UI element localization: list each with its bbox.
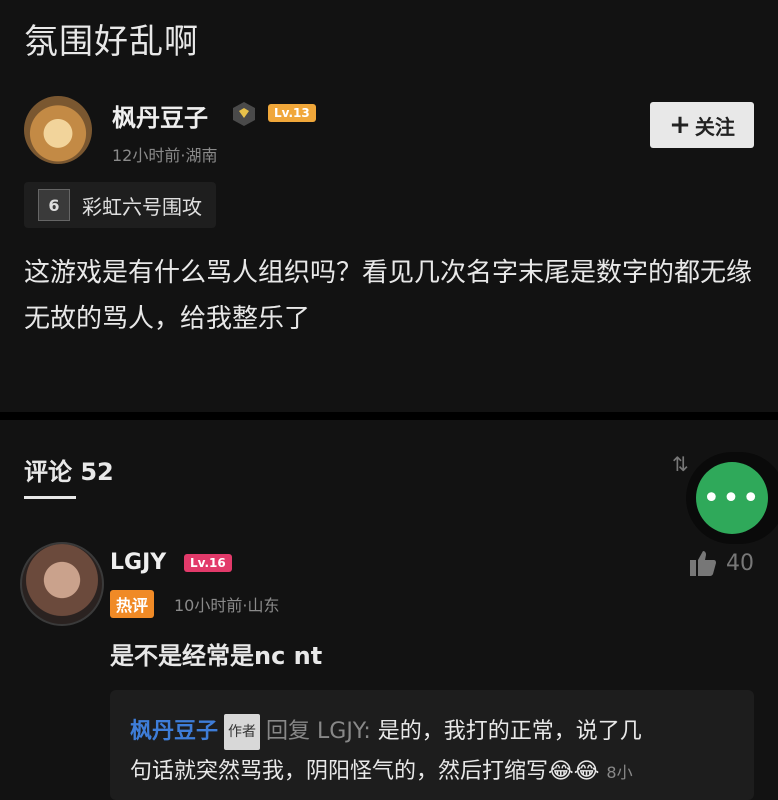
shield-badge-icon — [233, 102, 255, 126]
hot-comment-badge: 热评 — [110, 590, 155, 618]
post-body: 这游戏是有什么骂人组织吗？看见几次名字末尾是数字的都无缘无故的骂人，给我整乐了 — [24, 258, 753, 334]
reply-to: 回复 LGJY: — [266, 719, 371, 744]
author-row: 枫丹豆子 Lv.13 12小时前·湖南 — [24, 96, 754, 166]
like-count: 40 — [726, 550, 754, 576]
commenter-level-badge: Lv.16 — [184, 554, 232, 572]
reply-text-1: 是的，我打的正常，说了几 — [377, 719, 642, 744]
reply-line-2: 句话就突然骂我，阴阳怪气的，然后打缩写😂😂 8小 — [130, 754, 633, 791]
follow-button[interactable]: + 关注 — [650, 102, 754, 148]
comments-header[interactable]: 评论 52 — [24, 452, 114, 487]
game-tag[interactable]: 6 彩虹六号围攻 — [24, 182, 216, 228]
comment-text: 是不是经常是nc nt — [110, 642, 323, 670]
commenter-name[interactable]: LGJY — [110, 550, 166, 575]
reply-line-1: 枫丹豆子 作者 回复 LGJY: 是的，我打的正常，说了几 — [130, 714, 642, 750]
follow-label: 关注 — [694, 114, 735, 139]
comment-meta: 10小时前·山东 — [174, 596, 280, 615]
reply-box[interactable]: 枫丹豆子 作者 回复 LGJY: 是的，我打的正常，说了几 句话就突然骂我，阴阳怪气… — [110, 690, 754, 800]
reply-time: 8小 — [606, 763, 633, 782]
plus-icon: + — [669, 110, 691, 140]
author-level-badge: Lv.13 — [268, 104, 316, 122]
author-avatar[interactable] — [24, 96, 92, 164]
more-dots-icon: ••• — [702, 480, 762, 516]
commenter-avatar[interactable] — [20, 542, 104, 626]
author-meta: 12小时前·湖南 — [112, 146, 218, 165]
game-name: 彩虹六号围攻 — [82, 194, 202, 219]
section-divider — [0, 412, 778, 420]
thumbs-up-icon — [690, 551, 716, 576]
reply-text-2: 句话就突然骂我，阴阳怪气的，然后打缩写😂😂 — [130, 759, 600, 784]
comments-tab-underline — [24, 496, 76, 499]
like-button[interactable]: 40 — [688, 548, 754, 578]
game-logo-icon: 6 — [38, 189, 70, 221]
author-name[interactable]: 枫丹豆子 — [112, 98, 208, 133]
reply-author[interactable]: 枫丹豆子 — [130, 719, 218, 744]
post-title: 氛围好乱啊 — [24, 22, 199, 62]
more-options-button[interactable]: ••• — [696, 462, 768, 534]
author-tag: 作者 — [224, 714, 261, 750]
